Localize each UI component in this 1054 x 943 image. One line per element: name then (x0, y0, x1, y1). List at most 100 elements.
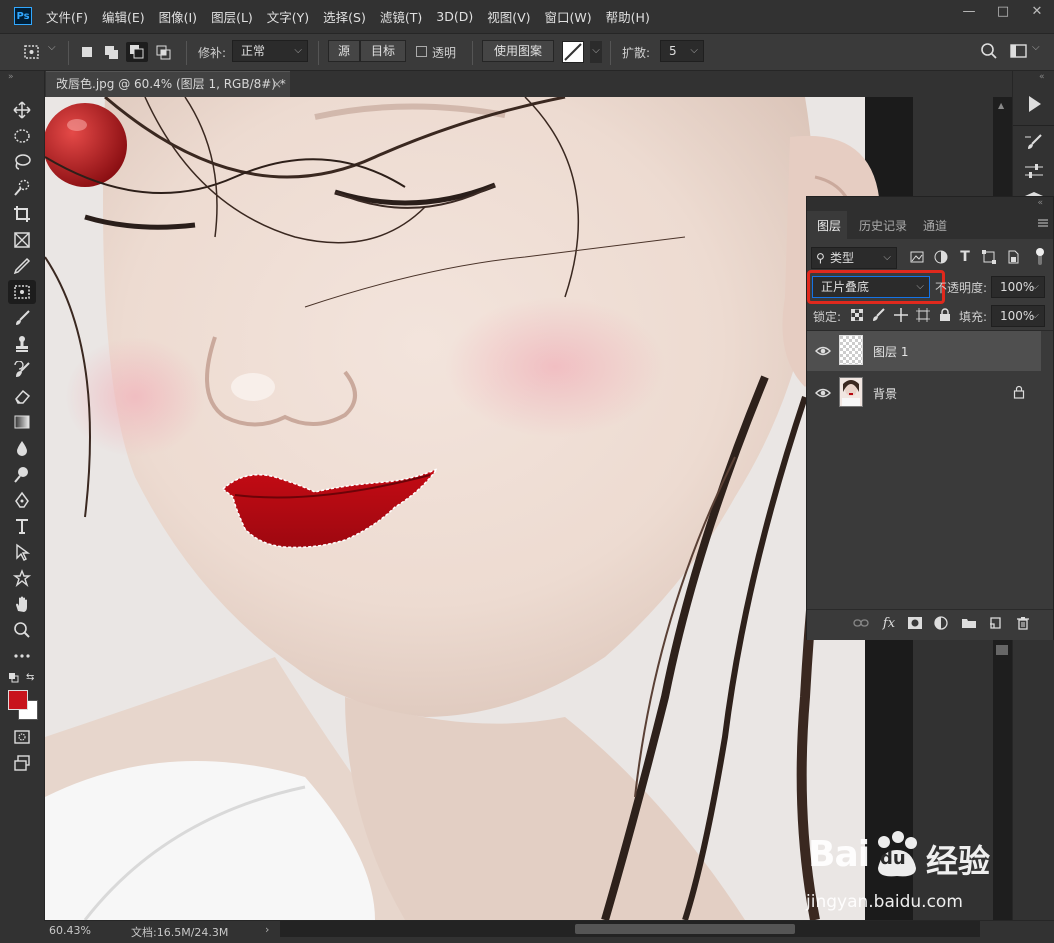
menu-3d[interactable]: 3D(D) (436, 9, 473, 24)
pen-tool-icon[interactable] (8, 488, 36, 512)
hand-tool-icon[interactable] (8, 592, 36, 616)
menu-edit[interactable]: 编辑(E) (102, 7, 145, 26)
layer-style-fx-icon[interactable]: fx (881, 615, 897, 631)
layer-name[interactable]: 图层 1 (873, 343, 908, 360)
lock-pixels-icon[interactable] (871, 307, 887, 323)
menu-window[interactable]: 窗口(W) (545, 7, 592, 26)
patch-tool-icon[interactable] (8, 280, 36, 304)
workspace-icon[interactable] (1010, 43, 1028, 59)
diffuse-select[interactable]: 5 ⌵ (660, 40, 704, 62)
menu-layer[interactable]: 图层(L) (211, 7, 253, 26)
pattern-picker-chevron-icon[interactable]: ⌵ (590, 41, 602, 63)
layer-name[interactable]: 背景 (873, 385, 897, 402)
elliptical-marquee-icon[interactable] (8, 124, 36, 148)
filter-shape-icon[interactable] (981, 249, 997, 265)
quick-selection-icon[interactable] (8, 176, 36, 200)
screen-mode-icon[interactable] (8, 751, 36, 775)
filter-pixel-icon[interactable] (909, 249, 925, 265)
add-selection-icon[interactable] (104, 45, 118, 59)
transparent-checkbox[interactable] (416, 46, 427, 57)
menu-view[interactable]: 视图(V) (487, 7, 530, 26)
document-canvas[interactable] (45, 97, 913, 920)
filter-smart-object-icon[interactable] (1005, 249, 1021, 265)
layer-row-background[interactable]: 背景 (807, 373, 1041, 413)
foreground-color-swatch[interactable] (8, 690, 28, 710)
use-pattern-button[interactable]: 使用图案 (482, 40, 554, 62)
new-adjustment-icon[interactable] (933, 615, 949, 631)
move-tool-icon[interactable] (8, 98, 36, 122)
history-brush-icon[interactable] (8, 358, 36, 382)
more-tools-icon[interactable] (8, 644, 36, 668)
panel-menu-icon[interactable] (1037, 217, 1049, 229)
new-group-folder-icon[interactable] (961, 615, 977, 631)
menu-file[interactable]: 文件(F) (46, 7, 88, 26)
visibility-eye-icon[interactable] (815, 343, 831, 359)
zoom-level[interactable]: 60.43% (49, 924, 91, 937)
gradient-tool-icon[interactable] (8, 410, 36, 434)
collapse-arrows-icon[interactable]: » (8, 72, 14, 82)
swap-colors-icon[interactable]: ⇆ (26, 672, 38, 684)
scroll-thumb[interactable] (996, 645, 1008, 655)
patch-tool-preset-icon[interactable] (22, 43, 42, 61)
custom-shape-icon[interactable] (8, 566, 36, 590)
minimize-button[interactable]: — (952, 0, 986, 22)
blur-tool-icon[interactable] (8, 436, 36, 460)
filter-type-icon[interactable]: T (957, 249, 973, 265)
delete-layer-trash-icon[interactable] (1015, 615, 1031, 631)
zoom-tool-icon[interactable] (8, 618, 36, 642)
dodge-tool-icon[interactable] (8, 462, 36, 486)
quick-mask-icon[interactable] (8, 725, 36, 749)
workspace-chevron-icon[interactable]: ⌵ (1032, 42, 1040, 53)
intersect-selection-icon[interactable] (156, 45, 171, 60)
close-button[interactable]: ✕ (1020, 0, 1054, 22)
scroll-up-icon[interactable]: ▲ (998, 101, 1004, 110)
lasso-tool-icon[interactable] (8, 150, 36, 174)
blend-mode-select[interactable]: 正片叠底 ⌵ (812, 276, 930, 298)
fill-input[interactable]: 100% ⌵ (991, 305, 1045, 327)
tab-history[interactable]: 历史记录 (859, 217, 907, 234)
eraser-tool-icon[interactable] (8, 384, 36, 408)
default-colors-icon[interactable] (8, 672, 20, 684)
patch-mode-select[interactable]: 正常 ⌵ (232, 40, 308, 62)
adjustments-icon[interactable] (1023, 161, 1045, 181)
brush-tool-icon[interactable] (8, 306, 36, 330)
chevron-down-icon[interactable]: ⌵ (48, 42, 56, 53)
search-icon[interactable] (980, 42, 998, 60)
target-button[interactable]: 目标 (360, 40, 406, 62)
menu-type[interactable]: 文字(Y) (267, 7, 309, 26)
filter-kind-select[interactable]: ⚲ 类型 ⌵ (811, 247, 897, 269)
crop-tool-icon[interactable] (8, 202, 36, 226)
layer-row-layer1[interactable]: 图层 1 (807, 331, 1041, 371)
menu-image[interactable]: 图像(I) (159, 7, 197, 26)
lock-transparent-icon[interactable] (849, 307, 865, 323)
maximize-button[interactable]: □ (986, 0, 1020, 22)
menu-select[interactable]: 选择(S) (323, 7, 366, 26)
source-button[interactable]: 源 (328, 40, 360, 62)
close-tab-icon[interactable]: × (272, 72, 282, 96)
horizontal-scroll-thumb[interactable] (575, 924, 795, 934)
lock-artboard-icon[interactable] (915, 307, 931, 323)
status-menu-chevron-icon[interactable]: › (265, 923, 269, 936)
play-actions-icon[interactable] (1023, 93, 1045, 115)
new-selection-icon[interactable] (80, 45, 94, 59)
lock-all-icon[interactable] (937, 307, 953, 323)
brush-settings-icon[interactable] (1023, 133, 1045, 153)
visibility-eye-icon[interactable] (815, 385, 831, 401)
new-layer-icon[interactable] (987, 615, 1003, 631)
panel-collapse-icon[interactable]: « (1037, 198, 1043, 208)
document-tab[interactable]: 改唇色.jpg @ 60.4% (图层 1, RGB/8#) * × (46, 71, 290, 97)
tab-channels[interactable]: 通道 (923, 217, 947, 234)
tab-layers[interactable]: 图层 (817, 217, 841, 234)
subtract-selection-icon[interactable] (126, 42, 148, 62)
collapse-arrows-icon[interactable]: « (1039, 72, 1045, 82)
add-mask-icon[interactable] (907, 615, 923, 631)
eyedropper-icon[interactable] (8, 254, 36, 278)
type-tool-icon[interactable] (8, 514, 36, 538)
menu-filter[interactable]: 滤镜(T) (380, 7, 422, 26)
filter-toggle[interactable] (1035, 247, 1045, 267)
lock-position-icon[interactable] (893, 307, 909, 323)
frame-tool-icon[interactable] (8, 228, 36, 252)
path-selection-icon[interactable] (8, 540, 36, 564)
link-layers-icon[interactable] (853, 615, 869, 631)
clone-stamp-icon[interactable] (8, 332, 36, 356)
